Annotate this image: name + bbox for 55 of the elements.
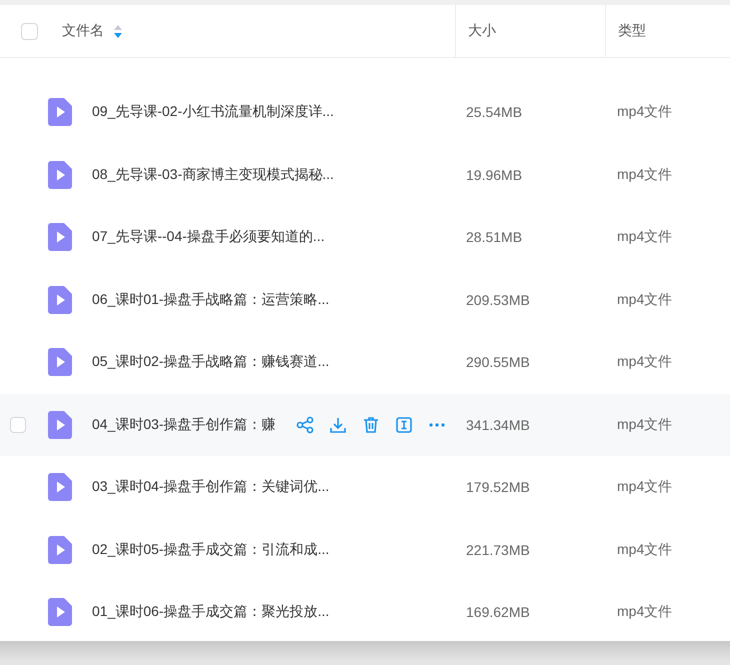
file-size: 28.51MB bbox=[465, 229, 524, 246]
file-row[interactable]: 05_课时02-操盘手战略篇：赚钱赛道... 290.55MB mp4文件 bbox=[0, 331, 730, 394]
rename-icon[interactable] bbox=[394, 416, 413, 434]
file-size: 169.62MB bbox=[465, 604, 531, 620]
file-size: 341.34MB bbox=[465, 416, 531, 433]
column-header[interactable]: 文件名 bbox=[62, 22, 104, 40]
video-file-icon bbox=[48, 98, 72, 126]
file-size: 19.96MB bbox=[465, 166, 524, 183]
file-row[interactable]: 06_课时01-操盘手战略篇：运营策略... 209.53MB mp4文件 bbox=[0, 268, 730, 331]
select-all-checkbox[interactable] bbox=[21, 22, 38, 40]
file-row[interactable]: 02_课时05-操盘手成交篇：引流和成... 221.73MB mp4文件 bbox=[0, 518, 730, 581]
file-row[interactable]: 07_先导课--04-操盘手必须要知道的... 28.51MB mp4文件 bbox=[0, 206, 730, 268]
file-name[interactable]: 03_课时04-操盘手创作篇：关键词优... bbox=[92, 478, 330, 496]
file-type: mp4文件 bbox=[616, 478, 674, 496]
row-checkbox[interactable] bbox=[10, 416, 26, 433]
video-file-icon bbox=[48, 160, 72, 189]
video-file-icon bbox=[48, 286, 72, 314]
file-row[interactable]: 04_课时03-操盘手创作篇：赚 341.34MB mp4文件 bbox=[0, 394, 730, 456]
file-type: mp4文件 bbox=[616, 603, 674, 622]
file-size: 179.52MB bbox=[465, 479, 531, 496]
video-file-icon bbox=[48, 536, 72, 564]
file-type: mp4文件 bbox=[616, 166, 674, 184]
file-row[interactable]: 08_先导课-03-商家博主变现模式揭秘... 19.96MB mp4文件 bbox=[0, 144, 730, 206]
file-type: mp4文件 bbox=[616, 103, 674, 122]
file-name[interactable]: 01_课时06-操盘手成交篇：聚光投放... bbox=[92, 603, 330, 622]
file-type: mp4文件 bbox=[616, 416, 674, 434]
video-file-icon bbox=[48, 410, 72, 439]
file-name[interactable]: 02_课时05-操盘手成交篇：引流和成... bbox=[92, 540, 330, 559]
sort-icon[interactable] bbox=[114, 24, 122, 38]
share-icon[interactable] bbox=[296, 416, 314, 434]
file-type: mp4文件 bbox=[616, 353, 674, 372]
file-name[interactable]: 04_课时03-操盘手创作篇：赚 bbox=[92, 416, 276, 434]
file-name[interactable]: 07_先导课--04-操盘手必须要知道的... bbox=[92, 228, 325, 246]
download-icon[interactable] bbox=[328, 416, 347, 434]
file-type: mp4文件 bbox=[616, 540, 674, 559]
file-row[interactable]: 09_先导课-02-小红书流量机制深度详... 25.54MB mp4文件 bbox=[0, 81, 730, 144]
video-file-icon bbox=[48, 223, 72, 252]
file-type: mp4文件 bbox=[616, 228, 674, 246]
file-type: mp4文件 bbox=[616, 290, 674, 309]
file-name[interactable]: 08_先导课-03-商家博主变现模式揭秘... bbox=[92, 166, 334, 184]
file-name[interactable]: 09_先导课-02-小红书流量机制深度详... bbox=[92, 103, 334, 122]
column-header[interactable]: 类型 bbox=[618, 22, 646, 40]
file-name[interactable]: 06_课时01-操盘手战略篇：运营策略... bbox=[92, 290, 330, 309]
file-size: 25.54MB bbox=[465, 104, 524, 120]
video-file-icon bbox=[48, 348, 72, 376]
file-size: 221.73MB bbox=[465, 542, 531, 558]
video-file-icon bbox=[48, 473, 72, 502]
video-file-icon bbox=[48, 598, 72, 626]
file-size: 209.53MB bbox=[465, 292, 531, 308]
file-name[interactable]: 05_课时02-操盘手战略篇：赚钱赛道... bbox=[92, 353, 330, 372]
file-size: 290.55MB bbox=[465, 354, 531, 370]
file-row[interactable]: 03_课时04-操盘手创作篇：关键词优... 179.52MB mp4文件 bbox=[0, 456, 730, 518]
column-header[interactable]: 大小 bbox=[468, 22, 496, 40]
delete-icon[interactable] bbox=[362, 416, 380, 434]
file-row[interactable]: 01_课时06-操盘手成交篇：聚光投放... 169.62MB mp4文件 bbox=[0, 581, 730, 641]
